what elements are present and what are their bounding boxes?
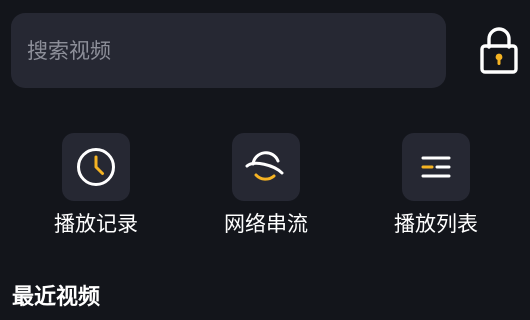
playlist-icon — [421, 156, 451, 178]
search-input[interactable] — [27, 38, 446, 63]
recent-videos-title: 最近视频 — [12, 285, 101, 310]
lock-icon — [480, 27, 518, 74]
play-history-label: 播放记录 — [54, 212, 138, 236]
network-stream-label: 网络串流 — [224, 212, 308, 236]
search-bar[interactable] — [11, 13, 446, 88]
network-stream-tile[interactable] — [232, 133, 300, 201]
quick-action-network-stream[interactable]: 网络串流 — [196, 133, 336, 243]
quick-action-play-history[interactable]: 播放记录 — [26, 133, 166, 243]
planet-icon — [245, 151, 284, 181]
playlist-label: 播放列表 — [394, 212, 478, 236]
lock-button[interactable] — [476, 25, 522, 77]
playlist-tile[interactable] — [402, 133, 470, 201]
clock-icon — [77, 148, 115, 186]
quick-action-playlist[interactable]: 播放列表 — [366, 133, 506, 243]
play-history-tile[interactable] — [62, 133, 130, 201]
